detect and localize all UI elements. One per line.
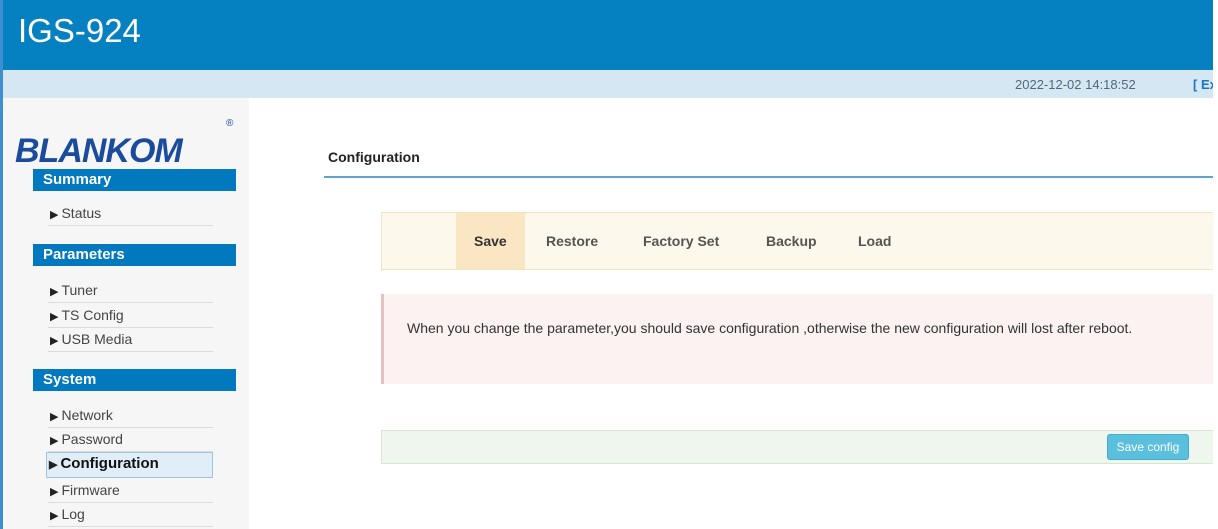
sidebar-item-log[interactable]: ▶ Log: [48, 503, 213, 527]
sidebar-item-label: Log: [61, 506, 85, 522]
sidebar-item-ts-config[interactable]: ▶ TS Config: [48, 304, 213, 328]
app-header: IGS-924: [3, 0, 1213, 70]
triangle-right-icon: ▶: [50, 311, 59, 323]
alert-message: When you change the parameter,you should…: [407, 320, 1133, 336]
tab-backup[interactable]: Backup: [748, 213, 835, 269]
triangle-right-icon: ▶: [50, 510, 59, 522]
datetime-display: 2022-12-02 14:18:52: [1015, 77, 1136, 92]
tab-save[interactable]: Save: [456, 213, 525, 269]
sidebar-item-label: Network: [61, 407, 113, 423]
app-title: IGS-924: [18, 12, 141, 49]
section-summary: Summary: [33, 169, 236, 191]
triangle-right-icon: ▶: [49, 459, 58, 471]
triangle-right-icon: ▶: [50, 486, 59, 498]
sidebar-item-label: USB Media: [61, 331, 133, 347]
sidebar-item-status[interactable]: ▶ Status: [48, 202, 213, 226]
sidebar-item-usb-media[interactable]: ▶ USB Media: [48, 328, 213, 352]
sidebar-item-label: Password: [61, 431, 123, 447]
exit-link[interactable]: [ Ex: [1193, 77, 1213, 92]
brand-logo: BLANKOM: [15, 132, 183, 170]
sidebar-item-label: Status: [61, 205, 102, 221]
config-tabs: Save Restore Factory Set Backup Load: [381, 212, 1213, 270]
triangle-right-icon: ▶: [50, 286, 59, 298]
sidebar-item-tuner[interactable]: ▶ Tuner: [48, 279, 213, 303]
app-frame: IGS-924 2022-12-02 14:18:52 [ Ex BLANKOM…: [0, 0, 1213, 529]
sidebar-item-label: Firmware: [61, 482, 120, 498]
save-config-button[interactable]: Save config: [1107, 434, 1189, 460]
tab-restore[interactable]: Restore: [528, 213, 616, 269]
page-title: Configuration: [328, 149, 420, 165]
section-system: System: [33, 369, 236, 391]
sidebar-item-network[interactable]: ▶ Network: [48, 404, 213, 428]
triangle-right-icon: ▶: [50, 209, 59, 221]
sidebar-item-configuration[interactable]: ▶ Configuration: [46, 452, 213, 478]
registered-mark: ®: [226, 118, 234, 129]
triangle-right-icon: ▶: [50, 335, 59, 347]
sidebar-item-label: Configuration: [60, 455, 159, 472]
sidebar-item-label: TS Config: [61, 307, 124, 323]
triangle-right-icon: ▶: [50, 411, 59, 423]
tab-load[interactable]: Load: [840, 213, 909, 269]
title-divider: [324, 176, 1213, 178]
triangle-right-icon: ▶: [50, 435, 59, 447]
section-parameters: Parameters: [33, 244, 236, 266]
sidebar-item-label: Tuner: [61, 282, 98, 298]
warning-alert: When you change the parameter,you should…: [381, 294, 1213, 384]
tab-factory-set[interactable]: Factory Set: [625, 213, 737, 269]
info-bar: 2022-12-02 14:18:52 [ Ex: [3, 70, 1213, 98]
sidebar-item-firmware[interactable]: ▶ Firmware: [48, 479, 213, 503]
sidebar-item-password[interactable]: ▶ Password: [48, 428, 213, 452]
action-bar: Save config: [381, 430, 1213, 464]
